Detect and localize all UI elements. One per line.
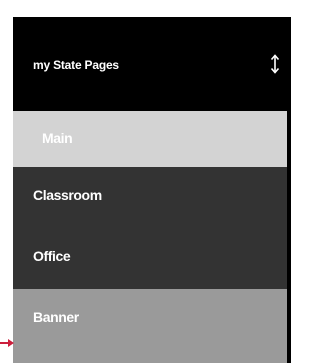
menu-item-label: Main — [42, 130, 73, 146]
menu-item-label: Classroom — [33, 187, 102, 203]
menu-item-office[interactable]: Office — [13, 228, 287, 289]
state-pages-panel: my State Pages Main Classroom Office Ban… — [13, 17, 287, 363]
panel-title: my State Pages — [33, 58, 119, 72]
arrow-pointer-icon — [0, 339, 14, 347]
up-down-arrow-icon[interactable] — [268, 53, 282, 75]
menu-item-label: Banner — [33, 309, 79, 325]
menu-item-classroom[interactable]: Classroom — [13, 167, 287, 228]
panel-header[interactable]: my State Pages — [13, 17, 287, 111]
menu-item-main[interactable]: Main — [13, 111, 287, 167]
state-pages-frame: my State Pages Main Classroom Office Ban… — [13, 17, 291, 363]
menu-item-banner[interactable]: Banner — [13, 289, 287, 363]
menu-item-label: Office — [33, 248, 71, 264]
